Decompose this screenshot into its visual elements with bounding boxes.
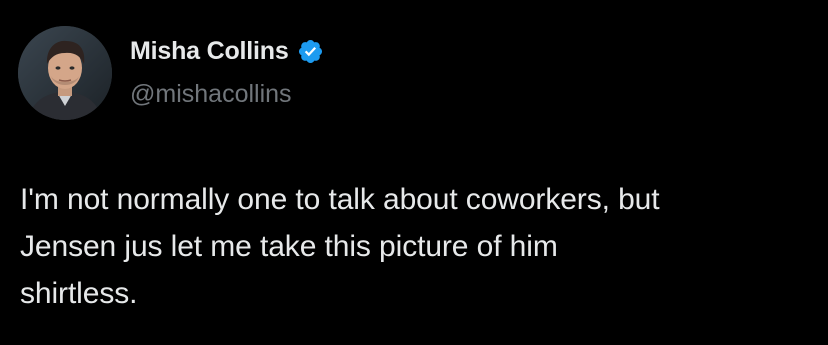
tweet-text-line: I'm not normally one to talk about cowor… [20,183,660,216]
author-handle[interactable]: @mishacollins [130,80,292,109]
author-display-name[interactable]: Misha Collins [130,37,289,66]
tweet-text-line: Jensen jus let me take this picture of h… [20,230,558,263]
author-avatar[interactable] [18,26,112,120]
tweet-text: I'm not normally one to talk about cowor… [20,176,820,317]
author-name-row: Misha Collins [130,34,324,68]
tweet-text-line: shirtless. [20,277,138,310]
avatar-photo-icon [18,26,112,120]
tweet-card: Misha Collins @mishacollins I'm not norm… [0,0,828,345]
verified-badge-icon [297,38,324,65]
